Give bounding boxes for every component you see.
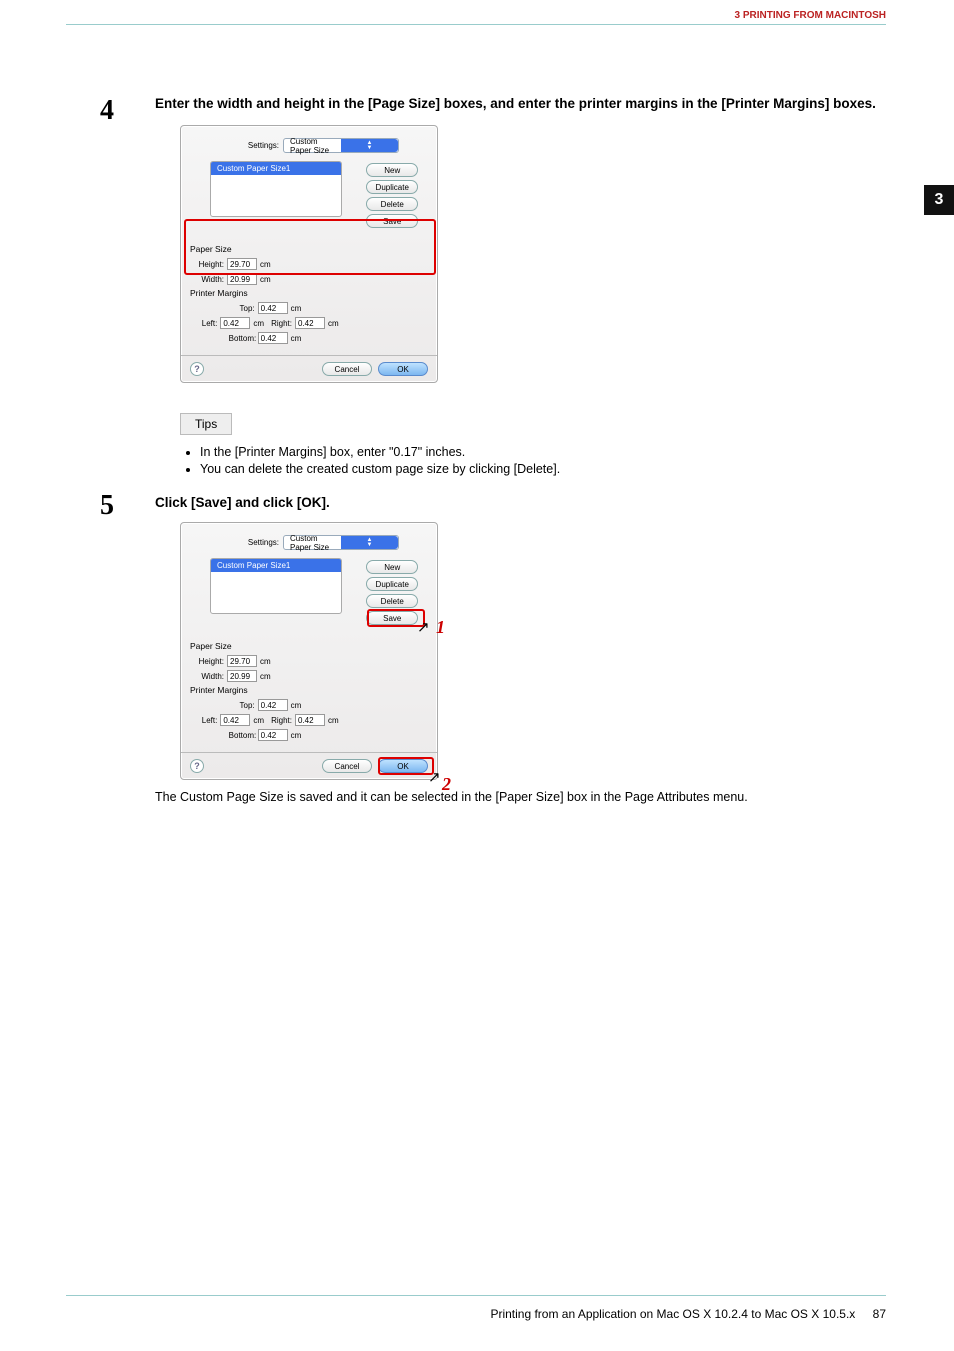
dialog-divider <box>181 752 437 753</box>
settings-select[interactable]: Custom Paper Size ▲▼ <box>283 535 399 550</box>
tips-label: Tips <box>180 413 232 435</box>
ok-button[interactable]: OK <box>378 759 428 773</box>
custom-paper-dialog-2: Settings: Custom Paper Size ▲▼ Custom Pa… <box>180 522 438 780</box>
height-label: Height: <box>190 657 224 666</box>
save-button[interactable]: Save <box>366 214 418 228</box>
left-label: Left: <box>191 319 217 328</box>
footer: Printing from an Application on Mac OS X… <box>490 1307 886 1321</box>
margins-title: Printer Margins <box>190 685 340 695</box>
delete-button[interactable]: Delete <box>366 197 418 211</box>
width-input[interactable] <box>227 670 257 682</box>
tips-list: In the [Printer Margins] box, enter "0.1… <box>200 445 886 476</box>
unit: cm <box>253 319 264 328</box>
new-button[interactable]: New <box>366 163 418 177</box>
page-content: 4 Enter the width and height in the [Pag… <box>120 95 886 804</box>
unit: cm <box>260 260 271 269</box>
right-label: Right: <box>266 716 292 725</box>
settings-value: Custom Paper Size <box>284 534 341 552</box>
step-5-text: Click [Save] and click [OK]. <box>155 494 886 512</box>
unit: cm <box>291 731 302 740</box>
top-label: Top: <box>229 701 255 710</box>
width-label: Width: <box>190 672 224 681</box>
unit: cm <box>328 319 339 328</box>
bottom-input[interactable] <box>258 729 288 741</box>
select-arrows-icon: ▲▼ <box>341 536 398 549</box>
height-label: Height: <box>190 260 224 269</box>
page-number: 87 <box>873 1307 886 1321</box>
header-rule <box>66 24 886 25</box>
left-input[interactable] <box>220 317 250 329</box>
paper-size-title: Paper Size <box>190 244 285 254</box>
footer-rule <box>66 1295 886 1296</box>
footer-text: Printing from an Application on Mac OS X… <box>490 1307 855 1321</box>
bottom-input[interactable] <box>258 332 288 344</box>
left-label: Left: <box>191 716 217 725</box>
unit: cm <box>291 334 302 343</box>
unit: cm <box>291 701 302 710</box>
size-listbox[interactable]: Custom Paper Size1 <box>210 161 342 217</box>
top-input[interactable] <box>258 699 288 711</box>
height-input[interactable] <box>227 655 257 667</box>
dialog-divider <box>181 355 437 356</box>
cursor-icon <box>428 768 441 785</box>
right-label: Right: <box>266 319 292 328</box>
unit: cm <box>260 657 271 666</box>
bottom-label: Bottom: <box>229 334 255 343</box>
ok-button[interactable]: OK <box>378 362 428 376</box>
select-arrows-icon: ▲▼ <box>341 139 398 152</box>
width-label: Width: <box>190 275 224 284</box>
step-5-number: 5 <box>100 490 114 522</box>
step-4-number: 4 <box>100 95 114 127</box>
right-input[interactable] <box>295 714 325 726</box>
help-icon[interactable]: ? <box>190 362 204 376</box>
chapter-tab: 3 <box>924 185 954 215</box>
new-button[interactable]: New <box>366 560 418 574</box>
margins-title: Printer Margins <box>190 288 340 298</box>
callout-1: 1 <box>436 617 445 638</box>
settings-label: Settings: <box>219 141 279 150</box>
top-input[interactable] <box>258 302 288 314</box>
custom-paper-dialog: Settings: Custom Paper Size ▲▼ Custom Pa… <box>180 125 438 383</box>
step-5-result-text: The Custom Page Size is saved and it can… <box>155 790 886 804</box>
cancel-button[interactable]: Cancel <box>322 759 372 773</box>
unit: cm <box>260 275 271 284</box>
unit: cm <box>291 304 302 313</box>
right-input[interactable] <box>295 317 325 329</box>
width-input[interactable] <box>227 273 257 285</box>
tip-item: In the [Printer Margins] box, enter "0.1… <box>200 445 886 459</box>
unit: cm <box>260 672 271 681</box>
duplicate-button[interactable]: Duplicate <box>366 577 418 591</box>
section-title: 3 PRINTING FROM MACINTOSH <box>735 10 886 21</box>
help-icon[interactable]: ? <box>190 759 204 773</box>
unit: cm <box>328 716 339 725</box>
delete-button[interactable]: Delete <box>366 594 418 608</box>
paper-size-title: Paper Size <box>190 641 285 651</box>
cursor-icon <box>417 618 430 635</box>
unit: cm <box>253 716 264 725</box>
height-input[interactable] <box>227 258 257 270</box>
left-input[interactable] <box>220 714 250 726</box>
save-button[interactable]: Save <box>366 611 418 625</box>
duplicate-button[interactable]: Duplicate <box>366 180 418 194</box>
settings-value: Custom Paper Size <box>284 137 341 155</box>
settings-label: Settings: <box>219 538 279 547</box>
top-label: Top: <box>229 304 255 313</box>
step-4-text: Enter the width and height in the [Page … <box>155 95 886 113</box>
callout-2: 2 <box>442 774 451 795</box>
list-item[interactable]: Custom Paper Size1 <box>211 559 341 572</box>
size-listbox[interactable]: Custom Paper Size1 <box>210 558 342 614</box>
cancel-button[interactable]: Cancel <box>322 362 372 376</box>
settings-select[interactable]: Custom Paper Size ▲▼ <box>283 138 399 153</box>
list-item[interactable]: Custom Paper Size1 <box>211 162 341 175</box>
tip-item: You can delete the created custom page s… <box>200 462 886 476</box>
bottom-label: Bottom: <box>229 731 255 740</box>
